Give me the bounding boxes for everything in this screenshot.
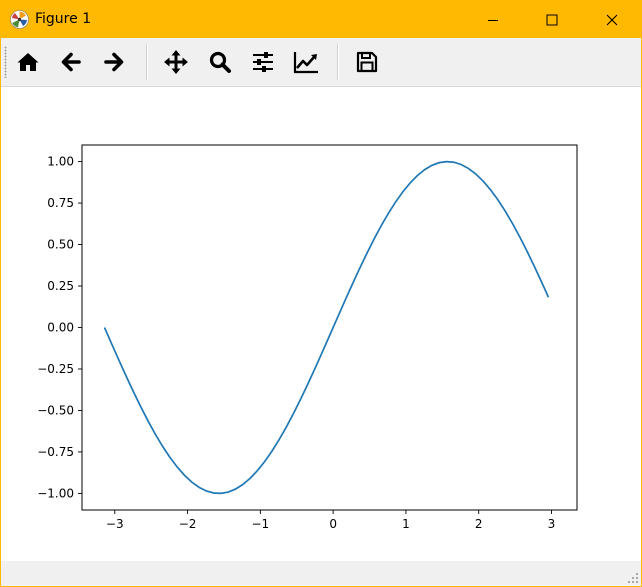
y-tick-label: −1.00 [37, 486, 74, 500]
maximize-icon [546, 14, 558, 25]
x-tick-label: 3 [548, 517, 556, 531]
magnifier-icon [209, 51, 231, 73]
navigation-toolbar [1, 38, 641, 87]
figure-canvas[interactable]: −3 −2 −1 0 1 2 3 −1.00 −0.75 −0.50 −0.25 0.00 0.25 0.… [1, 87, 641, 561]
x-tick-label: 2 [475, 517, 483, 531]
move-icon [164, 50, 188, 74]
minimize-button[interactable] [470, 1, 516, 38]
save-button[interactable] [350, 45, 384, 79]
toolbar-grip[interactable] [4, 46, 7, 78]
y-tick-label: 0.75 [47, 196, 74, 210]
back-button[interactable] [54, 45, 88, 79]
trend-chart-icon [293, 52, 318, 74]
axes-frame [81, 144, 578, 511]
x-tick-label: 1 [402, 517, 410, 531]
y-tick-label: 0.50 [47, 238, 74, 252]
forward-button[interactable] [97, 45, 131, 79]
figure-window: Figure 1 −3 −2 −1 0 1 2 3 −1.00 −0.75 −0… [0, 0, 642, 587]
close-icon [606, 14, 618, 25]
home-icon [17, 53, 39, 71]
y-tick-label: −0.75 [37, 445, 74, 459]
y-tick-label: −0.25 [37, 362, 74, 376]
floppy-disk-icon [356, 51, 378, 73]
edit-axis-button[interactable] [289, 45, 323, 79]
plot-svg: −3 −2 −1 0 1 2 3 −1.00 −0.75 −0.50 −0.25 0.00 0.25 0.… [37, 144, 578, 531]
close-button[interactable] [589, 1, 635, 38]
x-tick-label: −3 [106, 517, 124, 531]
x-tick-label: −2 [179, 517, 197, 531]
y-tick-label: 0.00 [47, 321, 74, 335]
y-tick-label: 0.25 [47, 279, 74, 293]
x-tick-label: −1 [252, 517, 270, 531]
matplotlib-logo-icon [10, 10, 29, 29]
status-bar [1, 561, 641, 586]
toolbar-separator [146, 44, 148, 80]
resize-grip-icon[interactable] [627, 572, 639, 584]
toolbar-separator [337, 44, 339, 80]
window-title: Figure 1 [35, 11, 92, 27]
arrow-right-icon [104, 52, 124, 72]
y-tick-label: −0.50 [37, 403, 74, 417]
maximize-button[interactable] [529, 1, 575, 38]
minimize-icon [488, 19, 498, 21]
arrow-left-icon [61, 52, 81, 72]
title-bar[interactable]: Figure 1 [1, 1, 641, 38]
x-tick-label: 0 [329, 517, 337, 531]
pan-button[interactable] [159, 45, 193, 79]
subplots-button[interactable] [246, 45, 280, 79]
sliders-icon [253, 52, 273, 72]
zoom-button[interactable] [203, 45, 237, 79]
y-tick-label: 1.00 [47, 155, 74, 169]
home-button[interactable] [11, 45, 45, 79]
